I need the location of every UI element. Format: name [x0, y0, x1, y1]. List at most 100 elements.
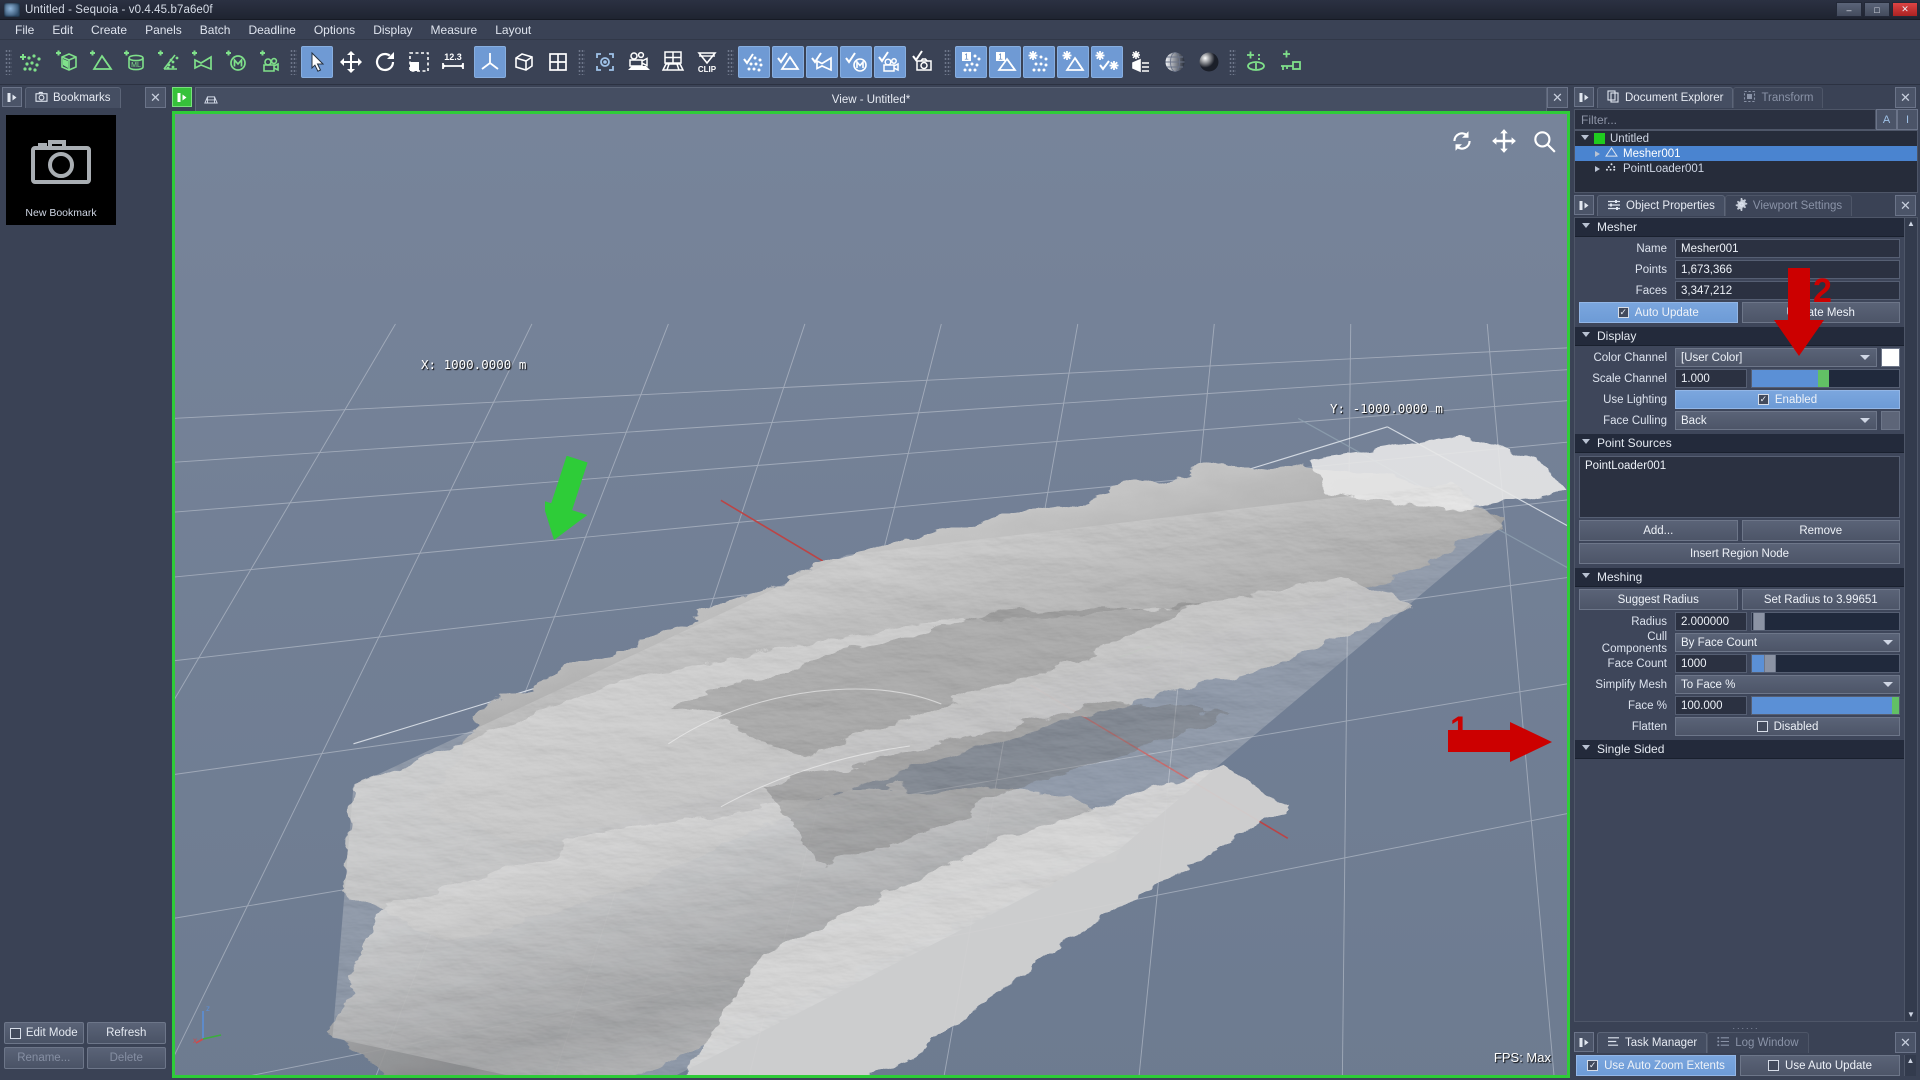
update-mesh-button[interactable]: Update Mesh	[1742, 302, 1901, 323]
filter-input[interactable]: Filter...	[1574, 109, 1876, 130]
remove-source-button[interactable]: Remove	[1742, 520, 1901, 541]
add-key-icon[interactable]	[1274, 46, 1306, 78]
rotate-icon[interactable]	[369, 46, 401, 78]
new-bookmark-item[interactable]: New Bookmark	[6, 115, 116, 225]
tree-item-untitled[interactable]: Untitled	[1575, 131, 1917, 146]
face-culling-select[interactable]: Back	[1675, 411, 1877, 430]
chevron-down-icon[interactable]	[1582, 439, 1590, 447]
chevron-down-icon[interactable]	[1582, 223, 1590, 231]
focus-target-icon[interactable]	[589, 46, 621, 78]
sphere-shading-icon[interactable]	[1193, 46, 1225, 78]
chevron-right-icon[interactable]	[1595, 166, 1600, 172]
edit-mode-checkbox[interactable]	[10, 1028, 21, 1039]
face-percent-field[interactable]: 100.000	[1675, 696, 1747, 715]
scale-channel-field[interactable]: 1.000	[1675, 369, 1747, 388]
delete-button[interactable]: Delete	[87, 1047, 167, 1069]
auto-update-button[interactable]: ✓ Auto Update	[1579, 302, 1738, 323]
window-controls[interactable]: – □ ✕	[1836, 2, 1918, 17]
axis-tripod-icon[interactable]	[474, 46, 506, 78]
filter-all-button[interactable]: A	[1876, 109, 1897, 130]
mesh-ids-icon[interactable]: 1	[989, 46, 1021, 78]
flatten-checkbox[interactable]	[1757, 721, 1768, 732]
camera-projector-icon[interactable]	[623, 46, 655, 78]
menu-item-display[interactable]: Display	[364, 21, 421, 39]
tab-document-explorer[interactable]: Document Explorer	[1597, 87, 1733, 108]
color-channel-select[interactable]: [User Color]	[1675, 348, 1877, 367]
properties-scroll-area[interactable]: Mesher Name Mesher001 Points 1,673,366 F…	[1574, 217, 1918, 1022]
group-header-meshing[interactable]: Meshing	[1575, 568, 1904, 587]
tab-bookmarks[interactable]: Bookmarks	[25, 87, 121, 108]
tree-item-pointloader001[interactable]: PointLoader001	[1575, 161, 1917, 176]
panel-resize-handle[interactable]: ......	[1572, 1022, 1920, 1030]
use-auto-update-button[interactable]: Use Auto Update	[1740, 1055, 1900, 1076]
set-radius-button[interactable]: Set Radius to 3.99651	[1742, 589, 1901, 610]
add-points-icon[interactable]	[16, 46, 48, 78]
add-scatter-icon[interactable]	[152, 46, 184, 78]
suggest-radius-button[interactable]: Suggest Radius	[1579, 589, 1738, 610]
show-cameras-icon[interactable]	[874, 46, 906, 78]
face-count-field[interactable]: 1000	[1675, 654, 1747, 673]
add-camera-icon[interactable]	[254, 46, 286, 78]
group-header-display[interactable]: Display	[1575, 327, 1904, 346]
properties-scrollbar[interactable]: ▲ ▼	[1904, 218, 1917, 1021]
add-point-loader-icon[interactable]	[186, 46, 218, 78]
maximize-button[interactable]: □	[1864, 2, 1890, 17]
scroll-down-arrow-icon[interactable]: ▼	[1907, 1009, 1915, 1021]
auto-update-checkbox[interactable]: ✓	[1618, 307, 1629, 318]
user-color-swatch[interactable]	[1881, 348, 1900, 367]
measure-distance-icon[interactable]: 12.3	[437, 46, 469, 78]
mesh-highlight-icon[interactable]	[1057, 46, 1089, 78]
add-null-icon[interactable]	[1240, 46, 1272, 78]
select-arrow-icon[interactable]	[301, 46, 333, 78]
minimize-button[interactable]: –	[1836, 2, 1862, 17]
menu-item-file[interactable]: File	[6, 21, 43, 39]
show-loaders-icon[interactable]	[806, 46, 838, 78]
face-percent-slider[interactable]	[1751, 696, 1900, 715]
list-item[interactable]: PointLoader001	[1585, 460, 1894, 472]
close-button[interactable]: ✕	[1892, 2, 1918, 17]
tab-object-properties[interactable]: Object Properties	[1597, 195, 1725, 216]
group-header-point-sources[interactable]: Point Sources	[1575, 434, 1904, 453]
pin-panel-button[interactable]	[2, 87, 22, 107]
viewport-3d[interactable]: X: 1000.0000 m Y: -1000.0000 m z x FPS: …	[172, 111, 1570, 1078]
radius-slider[interactable]	[1751, 612, 1900, 631]
point-highlight-icon[interactable]	[1023, 46, 1055, 78]
show-meshes-icon[interactable]	[772, 46, 804, 78]
show-points-icon[interactable]	[738, 46, 770, 78]
pin-explorer-button[interactable]	[1574, 87, 1594, 107]
simplify-mesh-select[interactable]: To Face %	[1675, 675, 1900, 694]
menu-item-panels[interactable]: Panels	[136, 21, 191, 39]
cull-components-select[interactable]: By Face Count	[1675, 633, 1900, 652]
chevron-down-icon[interactable]	[1582, 573, 1590, 581]
use-lighting-button[interactable]: ✓ Enabled	[1675, 390, 1900, 409]
close-properties-button[interactable]: ✕	[1895, 195, 1916, 216]
lighting-icon[interactable]	[1125, 46, 1157, 78]
pin-properties-button[interactable]	[1574, 195, 1594, 215]
grid-icon[interactable]	[542, 46, 574, 78]
scale-icon[interactable]	[403, 46, 435, 78]
show-bookmark-cameras-icon[interactable]	[908, 46, 940, 78]
filter-text-button[interactable]: I	[1897, 109, 1918, 130]
menu-item-measure[interactable]: Measure	[422, 21, 487, 39]
chevron-down-icon[interactable]	[1860, 355, 1870, 360]
point-ids-icon[interactable]: 1	[955, 46, 987, 78]
viewport-titlebar[interactable]: View - Untitled*	[195, 87, 1547, 111]
insert-region-node-button[interactable]: Insert Region Node	[1579, 543, 1900, 564]
toolbar-grip[interactable]	[5, 49, 12, 75]
tab-transform[interactable]: Transform	[1733, 87, 1823, 108]
globe-shading-icon[interactable]	[1159, 46, 1191, 78]
close-bookmarks-panel-button[interactable]: ✕	[145, 87, 166, 108]
add-marker-icon[interactable]	[220, 46, 252, 78]
chevron-down-icon[interactable]	[1883, 640, 1893, 645]
add-ml-database-icon[interactable]: ML	[118, 46, 150, 78]
scene-color-swatch[interactable]	[1594, 133, 1605, 144]
tree-item-mesher001[interactable]: Mesher001	[1575, 146, 1917, 161]
menu-item-create[interactable]: Create	[82, 21, 136, 39]
pan-view-icon[interactable]	[1491, 128, 1517, 159]
chevron-down-icon[interactable]	[1860, 418, 1870, 423]
toolbar-grip-2[interactable]	[290, 49, 297, 75]
add-source-button[interactable]: Add...	[1579, 520, 1738, 541]
task-scrollbar[interactable]: ▲	[1904, 1055, 1916, 1076]
flatten-button[interactable]: Disabled	[1675, 717, 1900, 736]
tab-log-window[interactable]: Log Window	[1707, 1032, 1808, 1053]
